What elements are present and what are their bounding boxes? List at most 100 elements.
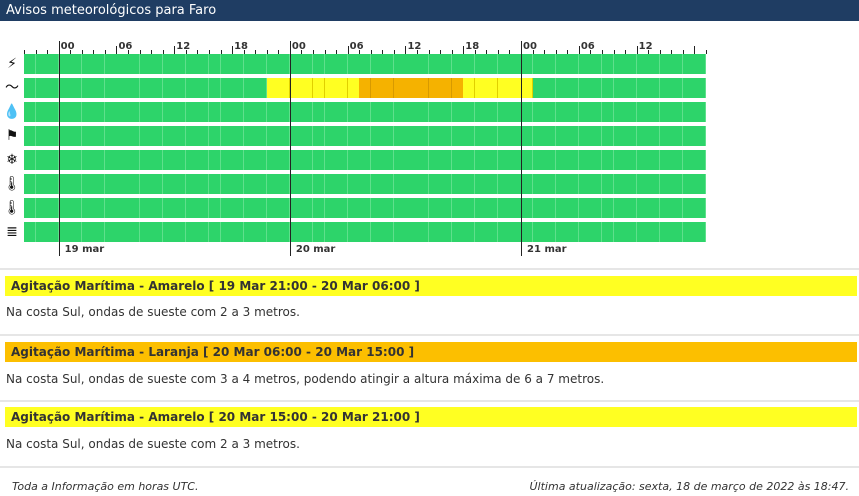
timeline-cell — [428, 102, 441, 122]
timeline-cell — [151, 102, 164, 122]
timeline-cell[interactable] — [347, 78, 360, 98]
timeline-cell[interactable] — [312, 78, 326, 98]
timeline-cell — [359, 174, 372, 194]
timeline-cell — [324, 150, 337, 170]
timeline-cell — [532, 174, 545, 194]
timeline-cell — [405, 222, 418, 242]
warning-title-1[interactable]: Agitação Marítima - Amarelo [ 19 Mar 21:… — [5, 276, 857, 296]
day-separator — [58, 41, 60, 256]
timeline-cell — [382, 102, 395, 122]
timeline-cell — [301, 222, 314, 242]
warning-title-2[interactable]: Agitação Marítima - Laranja [ 20 Mar 06:… — [5, 342, 857, 362]
timeline-cell — [174, 198, 187, 218]
timeline-cell — [128, 174, 141, 194]
timeline-cell — [278, 102, 291, 122]
timeline-cell[interactable] — [509, 78, 522, 98]
timeline-cell — [151, 54, 164, 74]
timeline-cell — [521, 54, 534, 74]
timeline-cell — [428, 174, 441, 194]
timeline-cell[interactable] — [440, 78, 453, 98]
timeline-cell[interactable] — [382, 78, 395, 98]
timeline-cell[interactable] — [289, 78, 302, 98]
hour-tick — [174, 46, 176, 54]
timeline-cell[interactable] — [474, 78, 487, 98]
timeline-cell — [47, 78, 60, 98]
timeline-cell — [532, 222, 545, 242]
timeline-cell — [35, 102, 48, 122]
timeline-cell — [393, 54, 406, 74]
timeline-cell — [440, 198, 453, 218]
timeline-cell[interactable] — [324, 78, 337, 98]
timeline-cell — [636, 54, 649, 74]
timeline-cell — [613, 174, 626, 194]
timeline-cell — [93, 198, 106, 218]
timeline-cell — [532, 78, 545, 98]
timeline-cell — [613, 150, 626, 170]
timeline-cell — [555, 198, 568, 218]
timeline-cell — [393, 102, 406, 122]
timeline-cell — [497, 102, 510, 122]
timeline-cell — [93, 150, 106, 170]
timeline-cell — [139, 126, 152, 146]
timeline-cell — [532, 54, 545, 74]
timeline-cell — [370, 198, 383, 218]
timeline-cell — [636, 150, 649, 170]
timeline-cell — [428, 126, 441, 146]
timeline-cell — [636, 78, 649, 98]
timeline-cell — [70, 78, 83, 98]
timeline-cell — [35, 222, 48, 242]
timeline-cell — [370, 150, 383, 170]
timeline-cell — [58, 78, 71, 98]
timeline-cell — [24, 150, 37, 170]
timeline-cell — [440, 150, 453, 170]
timeline-cell — [590, 126, 603, 146]
timeline-cell — [81, 126, 94, 146]
timeline-cell — [532, 198, 545, 218]
timeline-cell[interactable] — [451, 78, 464, 98]
timeline-cell — [590, 174, 603, 194]
timeline-cell — [174, 54, 187, 74]
timeline-cell[interactable] — [405, 78, 418, 98]
timeline-cell[interactable] — [521, 78, 534, 98]
timeline-cell — [648, 126, 661, 146]
timeline-cell[interactable] — [336, 78, 349, 98]
timeline-cell — [486, 198, 499, 218]
timeline-cell[interactable] — [301, 78, 314, 98]
timeline-cell — [116, 150, 129, 170]
timeline-cell[interactable] — [370, 78, 383, 98]
timeline-cell — [208, 54, 221, 74]
timeline-cell[interactable] — [417, 78, 430, 98]
timeline-cell[interactable] — [428, 78, 441, 98]
timeline-cell — [601, 78, 614, 98]
timeline-cell — [682, 78, 695, 98]
timeline-cell — [243, 150, 256, 170]
timeline-cell[interactable] — [486, 78, 499, 98]
timeline-cell — [555, 174, 568, 194]
timeline-cell — [440, 174, 453, 194]
timeline-cell — [81, 198, 94, 218]
timeline-cell — [613, 126, 626, 146]
timeline-cell[interactable] — [393, 78, 406, 98]
timeline-cell — [208, 198, 221, 218]
timeline-cell — [151, 222, 164, 242]
timeline-cell — [417, 54, 430, 74]
timeline-cell — [266, 222, 279, 242]
timeline-cell — [312, 102, 326, 122]
timeline-cell[interactable] — [497, 78, 510, 98]
timeline-cell — [336, 174, 349, 194]
timeline-cell — [486, 126, 499, 146]
timeline-cell[interactable] — [278, 78, 291, 98]
timeline-cell — [278, 150, 291, 170]
timeline-cell — [174, 102, 187, 122]
timeline-cell[interactable] — [463, 78, 476, 98]
day-label: 21 mar — [527, 244, 567, 255]
timeline-cell — [266, 198, 279, 218]
timeline-cell — [93, 174, 106, 194]
timeline-cell — [567, 102, 580, 122]
timeline-cell — [162, 174, 175, 194]
timeline-cell — [151, 150, 164, 170]
timeline-cell[interactable] — [266, 78, 279, 98]
warning-title-3[interactable]: Agitação Marítima - Amarelo [ 20 Mar 15:… — [5, 407, 857, 427]
timeline-cell — [347, 126, 360, 146]
timeline-cell[interactable] — [359, 78, 372, 98]
